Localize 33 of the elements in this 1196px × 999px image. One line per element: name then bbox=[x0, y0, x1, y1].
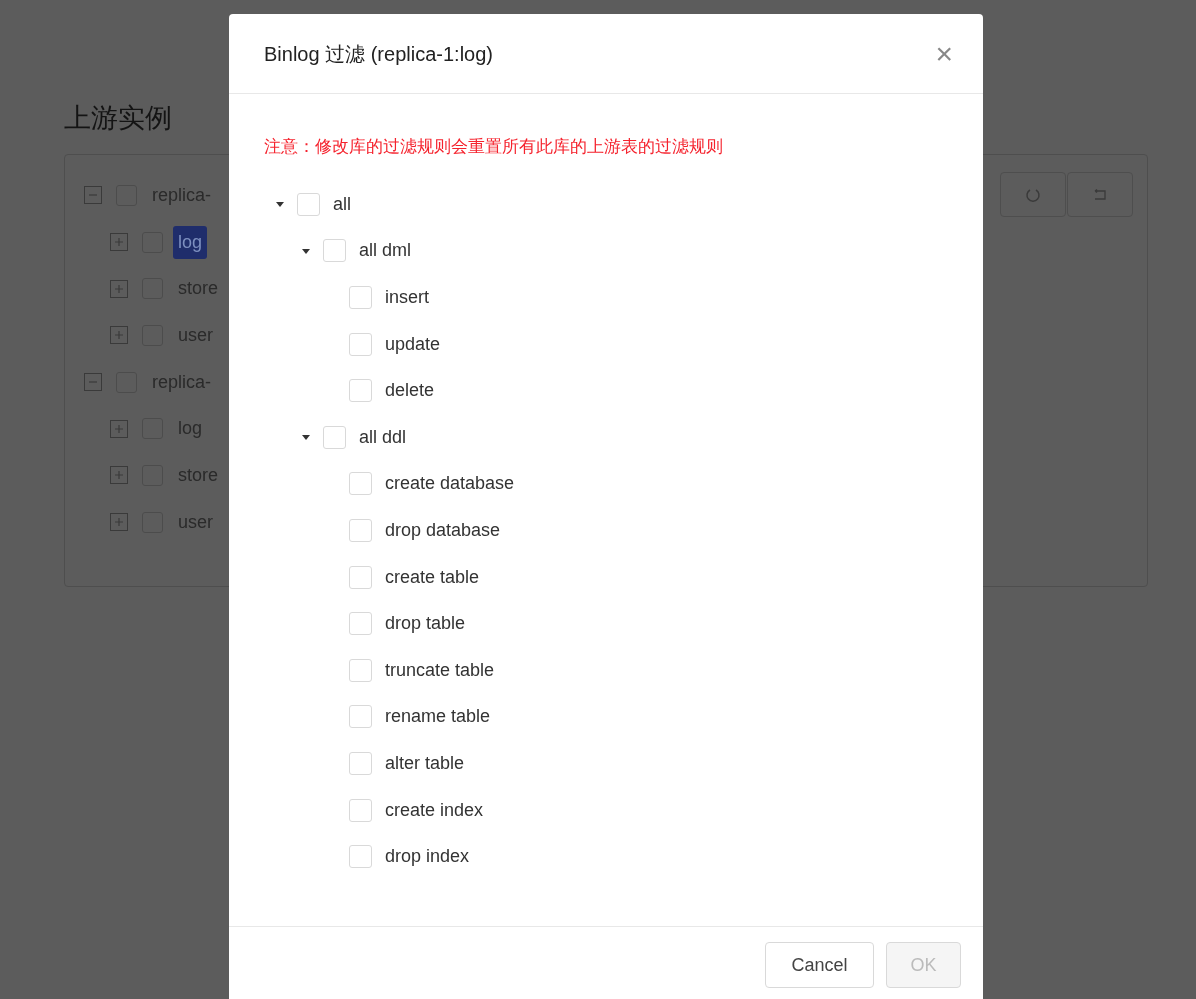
refresh-icon bbox=[1025, 186, 1041, 203]
filter-label: create index bbox=[385, 798, 484, 822]
filter-label: truncate table bbox=[385, 658, 495, 682]
dialog-title: Binlog 过滤 (replica-1:log) bbox=[264, 41, 493, 67]
filter-label: rename table bbox=[385, 705, 491, 729]
expand-icon[interactable] bbox=[110, 419, 128, 438]
warning-text: 注意：修改库的过滤规则会重置所有此库的上游表的过滤规则 bbox=[264, 136, 724, 158]
filter-label: all bbox=[333, 192, 351, 216]
filter-label: insert bbox=[385, 286, 429, 309]
filter-label: alter table bbox=[385, 751, 465, 775]
cancel-button[interactable]: Cancel bbox=[765, 942, 874, 988]
collapse-icon[interactable] bbox=[84, 373, 102, 392]
filter-label: all ddl bbox=[359, 425, 407, 449]
filter-label: all dml bbox=[359, 239, 411, 263]
filter-label: delete bbox=[385, 379, 435, 403]
tree-node-label[interactable]: log bbox=[173, 225, 208, 259]
close-button[interactable]: × bbox=[935, 38, 953, 69]
return-button[interactable] bbox=[1067, 172, 1133, 217]
filter-label: drop table bbox=[385, 612, 466, 636]
return-icon bbox=[1092, 188, 1108, 201]
filter-label: drop database bbox=[385, 518, 501, 542]
expand-icon[interactable] bbox=[110, 326, 128, 345]
expand-icon[interactable] bbox=[110, 466, 128, 485]
refresh-button[interactable] bbox=[1000, 172, 1066, 217]
filter-label: create database bbox=[385, 472, 515, 496]
collapse-icon[interactable] bbox=[84, 186, 102, 205]
expand-icon[interactable] bbox=[110, 233, 128, 252]
filter-label: drop index bbox=[385, 845, 470, 869]
filter-label: update bbox=[385, 332, 441, 356]
page-title: 上游实例 bbox=[64, 102, 172, 135]
expand-icon[interactable] bbox=[110, 279, 128, 298]
expand-icon[interactable] bbox=[110, 513, 128, 532]
filter-label: create table bbox=[385, 565, 480, 589]
